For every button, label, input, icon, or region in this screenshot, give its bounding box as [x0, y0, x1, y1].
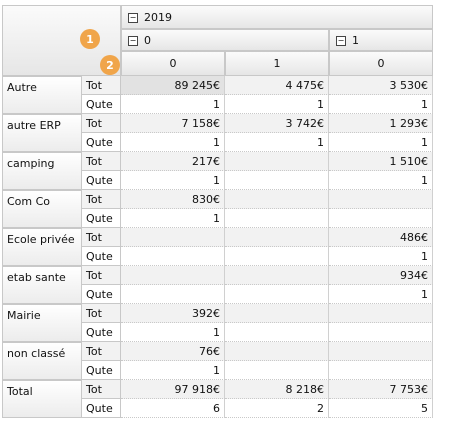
value-cell[interactable]: [225, 247, 329, 266]
value-cell[interactable]: 1: [225, 95, 329, 114]
measure-qte-label: Qute: [82, 361, 121, 380]
value-cell[interactable]: [121, 247, 225, 266]
value-cell[interactable]: [225, 266, 329, 285]
value-cell[interactable]: 1: [329, 171, 433, 190]
value-cell[interactable]: [225, 361, 329, 380]
value-cell[interactable]: 7 753€: [329, 380, 433, 399]
value-cell[interactable]: 1: [121, 133, 225, 152]
measure-tot-label: Tot: [82, 76, 121, 95]
measure-tot-label: Tot: [82, 304, 121, 323]
value-cell[interactable]: 1: [329, 285, 433, 304]
row-label[interactable]: autre ERP: [2, 114, 82, 152]
measure-tot-label: Tot: [82, 152, 121, 171]
value-cell[interactable]: [225, 342, 329, 361]
value-cell[interactable]: [225, 190, 329, 209]
value-cell[interactable]: 8 218€: [225, 380, 329, 399]
value-cell[interactable]: 392€: [121, 304, 225, 323]
group-label: 1: [352, 34, 359, 47]
group-header-0[interactable]: −0: [121, 29, 329, 51]
value-cell[interactable]: 3 530€: [329, 76, 433, 95]
value-cell[interactable]: 5: [329, 399, 433, 418]
row-label[interactable]: Com Co: [2, 190, 82, 228]
value-cell[interactable]: 76€: [121, 342, 225, 361]
row-label[interactable]: Mairie: [2, 304, 82, 342]
measure-qte-label: Qute: [82, 323, 121, 342]
level-1-badge[interactable]: 1: [80, 29, 100, 49]
value-cell[interactable]: 1: [121, 209, 225, 228]
level-2-badge[interactable]: 2: [100, 55, 120, 75]
value-cell[interactable]: 830€: [121, 190, 225, 209]
value-cell[interactable]: [225, 171, 329, 190]
value-cell[interactable]: [121, 228, 225, 247]
value-cell[interactable]: [225, 209, 329, 228]
collapse-icon[interactable]: −: [336, 36, 346, 46]
measure-qte-label: Qute: [82, 95, 121, 114]
value-cell[interactable]: 1: [329, 247, 433, 266]
row-label[interactable]: Ecole privée: [2, 228, 82, 266]
value-cell[interactable]: [329, 209, 433, 228]
measure-qte-label: Qute: [82, 399, 121, 418]
measure-tot-label: Tot: [82, 266, 121, 285]
value-cell[interactable]: [329, 304, 433, 323]
value-cell[interactable]: 6: [121, 399, 225, 418]
group-header-1[interactable]: −1: [329, 29, 433, 51]
value-cell[interactable]: 1: [121, 95, 225, 114]
row-label[interactable]: non classé: [2, 342, 82, 380]
value-cell[interactable]: 3 742€: [225, 114, 329, 133]
value-cell[interactable]: [329, 361, 433, 380]
value-cell[interactable]: 97 918€: [121, 380, 225, 399]
measure-qte-label: Qute: [82, 171, 121, 190]
year-label: 2019: [144, 11, 172, 24]
measure-tot-label: Tot: [82, 228, 121, 247]
column-header[interactable]: 0: [329, 51, 433, 76]
value-cell[interactable]: 2: [225, 399, 329, 418]
value-cell[interactable]: 1: [121, 323, 225, 342]
value-cell[interactable]: [329, 323, 433, 342]
value-cell[interactable]: 1: [329, 133, 433, 152]
measure-qte-label: Qute: [82, 247, 121, 266]
value-cell[interactable]: [121, 266, 225, 285]
value-cell[interactable]: [121, 285, 225, 304]
value-cell[interactable]: [225, 323, 329, 342]
group-label: 0: [144, 34, 151, 47]
year-header[interactable]: −2019: [121, 5, 433, 29]
measure-tot-label: Tot: [82, 380, 121, 399]
value-cell[interactable]: [225, 285, 329, 304]
value-cell[interactable]: 7 158€: [121, 114, 225, 133]
value-cell[interactable]: 934€: [329, 266, 433, 285]
value-cell[interactable]: [225, 152, 329, 171]
measure-tot-label: Tot: [82, 342, 121, 361]
value-cell[interactable]: 1: [121, 361, 225, 380]
measure-tot-label: Tot: [82, 114, 121, 133]
value-cell[interactable]: [225, 304, 329, 323]
column-header[interactable]: 0: [121, 51, 225, 76]
value-cell[interactable]: 4 475€: [225, 76, 329, 95]
value-cell[interactable]: 1: [329, 95, 433, 114]
measure-qte-label: Qute: [82, 209, 121, 228]
value-cell[interactable]: 217€: [121, 152, 225, 171]
value-cell[interactable]: [329, 190, 433, 209]
row-label[interactable]: etab sante: [2, 266, 82, 304]
collapse-icon[interactable]: −: [128, 13, 138, 23]
measure-qte-label: Qute: [82, 285, 121, 304]
row-label[interactable]: Autre: [2, 76, 82, 114]
measure-qte-label: Qute: [82, 133, 121, 152]
row-label[interactable]: Total: [2, 380, 82, 418]
value-cell[interactable]: 1: [225, 133, 329, 152]
column-header[interactable]: 1: [225, 51, 329, 76]
collapse-icon[interactable]: −: [128, 36, 138, 46]
value-cell[interactable]: 89 245€: [121, 76, 225, 95]
value-cell[interactable]: [225, 228, 329, 247]
measure-tot-label: Tot: [82, 190, 121, 209]
value-cell[interactable]: 1: [121, 171, 225, 190]
value-cell[interactable]: 1 510€: [329, 152, 433, 171]
value-cell[interactable]: 486€: [329, 228, 433, 247]
value-cell[interactable]: [329, 342, 433, 361]
row-label[interactable]: camping: [2, 152, 82, 190]
value-cell[interactable]: 1 293€: [329, 114, 433, 133]
